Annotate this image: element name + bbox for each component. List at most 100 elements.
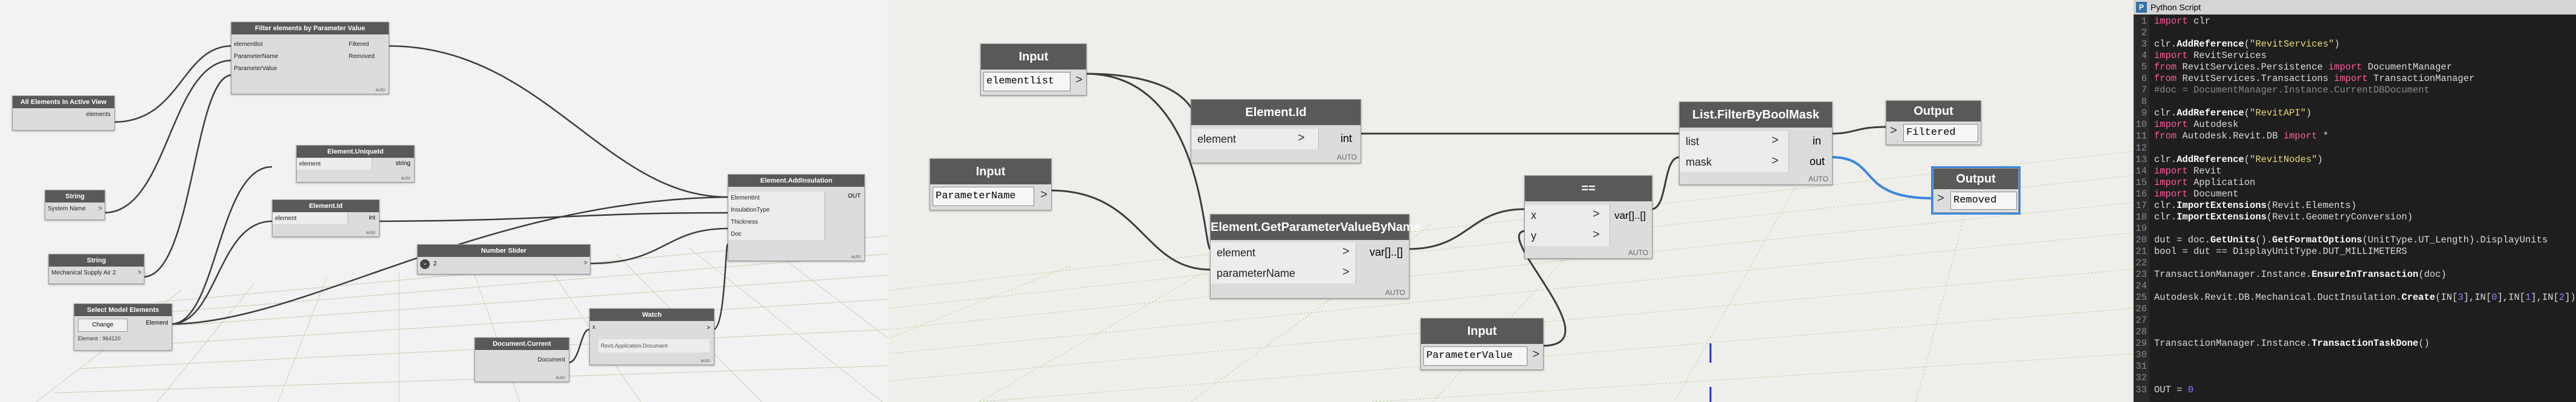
string-node-supply-air[interactable]: String Mechanical Supply Air 2 > [48, 254, 144, 284]
input-arrow[interactable]: > [1342, 265, 1350, 279]
code-line[interactable]: 9 clr.AddReference("RevitAPI") [2134, 108, 2576, 119]
output-arrow[interactable]: > [707, 325, 710, 331]
port-output[interactable]: var[]..[] [1370, 246, 1403, 259]
port-element[interactable]: element [273, 212, 348, 224]
port-in[interactable]: in [1813, 135, 1821, 148]
port-parametername[interactable]: ParameterName [231, 50, 328, 62]
string-value[interactable]: System Name [45, 203, 105, 215]
filter-by-bool-mask-node[interactable]: List.FilterByBoolMask list mask > > in o… [1679, 102, 1833, 185]
code-line[interactable]: 2 [2134, 27, 2576, 39]
mid-graph-canvas[interactable]: Input elementlist > Input ParameterName … [888, 0, 2134, 402]
port-x[interactable]: x [590, 321, 616, 333]
output-arrow[interactable]: > [138, 269, 141, 276]
slider-expand-toggle[interactable]: ⌄ [420, 259, 430, 269]
code-line[interactable]: 30 [2134, 349, 2576, 361]
input-node-parametervalue[interactable]: Input ParameterValue > [1420, 318, 1544, 370]
code-line[interactable]: 4 import RevitServices [2134, 50, 2576, 62]
code-line[interactable]: 17 clr.ImportExtensions(Revit.Elements) [2134, 200, 2576, 212]
output-arrow[interactable]: > [99, 205, 102, 212]
select-model-elements-node[interactable]: Select Model Elements Change Element Ele… [74, 303, 172, 351]
code-line[interactable]: 16 import Document [2134, 189, 2576, 200]
input-arrow[interactable]: > [1772, 154, 1779, 168]
port-thickness[interactable]: Thickness [728, 216, 825, 228]
port-elementlist[interactable]: elementlist [231, 38, 328, 50]
input-node-elementlist[interactable]: Input elementlist > [980, 44, 1087, 96]
input-arrow[interactable]: > [1298, 131, 1305, 145]
port-doc[interactable]: Doc [728, 228, 825, 240]
output-arrow[interactable]: > [1040, 188, 1047, 202]
code-line[interactable]: 3 clr.AddReference("RevitServices") [2134, 39, 2576, 50]
output-arrow[interactable]: > [1075, 73, 1083, 87]
code-line[interactable]: 7 #doc = DocumentManager.Instance.Current… [2134, 85, 2576, 96]
add-insulation-node[interactable]: Element.AddInsulation ElementInt Insulat… [728, 174, 865, 261]
code-line[interactable]: 8 [2134, 96, 2576, 108]
port-elements[interactable]: elements [13, 108, 114, 120]
output-node-filtered[interactable]: Output > Filtered [1886, 100, 1981, 145]
code-line[interactable]: 27 [2134, 315, 2576, 326]
code-line[interactable]: 1 import clr [2134, 16, 2576, 27]
code-line[interactable]: 21 bool = dut == DisplayUnitType.DUT_MILL… [2134, 246, 2576, 258]
watch-node[interactable]: Watch x > Revit.Application.Document aut… [589, 308, 714, 365]
port-parametername[interactable]: parameterName [1211, 263, 1356, 284]
code-line[interactable]: 25 Autodesk.Revit.DB.Mechanical.DuctInsul… [2134, 292, 2575, 303]
code-line[interactable]: 22 [2134, 258, 2576, 269]
code-line[interactable]: 5 from RevitServices.Persistence import D… [2134, 62, 2576, 73]
code-line[interactable]: 6 from RevitServices.Transactions import … [2134, 73, 2576, 85]
port-insulationtype[interactable]: InsulationType [728, 204, 825, 216]
all-elements-node[interactable]: All Elements In Active View elements [12, 96, 115, 131]
input-value[interactable]: ParameterValue [1423, 346, 1527, 366]
port-out[interactable]: out [1810, 155, 1825, 168]
element-id-node[interactable]: Element.Id element > int AUTO [1191, 99, 1361, 163]
filter-by-parameter-node[interactable]: Filter elements by Parameter Value eleme… [231, 22, 389, 94]
code-line[interactable]: 23 TransactionManager.Instance.EnsureInTr… [2134, 269, 2576, 280]
input-arrow[interactable]: > [1342, 245, 1350, 259]
element-uniqueid-node[interactable]: Element.UniqueId element string auto [296, 145, 415, 183]
output-arrow[interactable]: > [1532, 348, 1539, 361]
code-line[interactable]: 11 from Autodesk.Revit.DB import * [2134, 131, 2576, 142]
code-line[interactable]: 32 [2134, 372, 2576, 384]
port-element[interactable]: element [297, 158, 372, 170]
number-slider-node[interactable]: Number Slider ⌄ 2 > [417, 244, 591, 274]
code-line[interactable]: 13 clr.AddReference("RevitNodes") [2134, 154, 2576, 166]
input-arrow[interactable]: > [1772, 134, 1779, 148]
code-line[interactable]: 26 [2134, 303, 2576, 315]
element-id-node[interactable]: Element.Id element int auto [272, 199, 380, 237]
input-arrow[interactable]: > [1593, 228, 1600, 242]
equals-node[interactable]: == x y > > var[]..[] AUTO [1524, 175, 1652, 259]
code-area[interactable]: 1 import clr 2 3 clr.AddReference("RevitSer… [2134, 16, 2576, 396]
port-removed[interactable]: Removed [346, 50, 389, 62]
port-int[interactable]: int [369, 215, 375, 221]
port-filtered[interactable]: Filtered [346, 38, 389, 50]
port-elementint[interactable]: ElementInt [728, 192, 825, 204]
document-current-node[interactable]: Document.Current Document auto [474, 337, 569, 382]
code-line[interactable]: 15 import Application [2134, 177, 2576, 189]
string-node-system-name[interactable]: String System Name > [45, 190, 105, 220]
port-output[interactable]: var[]..[] [1614, 210, 1646, 222]
port-element[interactable]: Element [146, 320, 168, 326]
code-line[interactable]: 18 clr.ImportExtensions(Revit.GeometryCon… [2134, 212, 2576, 223]
code-line[interactable]: 24 [2134, 280, 2576, 292]
code-line[interactable]: 10 import Autodesk [2134, 119, 2576, 131]
code-line[interactable]: 29 TransactionManager.Instance.Transactio… [2134, 338, 2576, 349]
code-line[interactable]: 31 [2134, 361, 2576, 372]
port-document[interactable]: Document [475, 354, 569, 366]
code-line[interactable]: 33 OUT = 0 [2134, 384, 2576, 396]
change-button[interactable]: Change [78, 319, 128, 332]
input-arrow[interactable]: > [1593, 207, 1600, 221]
get-parameter-value-node[interactable]: Element.GetParameterValueByName element … [1210, 214, 1420, 299]
port-element[interactable]: element [1211, 242, 1356, 263]
port-parametervalue[interactable]: ParameterValue [231, 62, 328, 74]
string-value[interactable]: Mechanical Supply Air 2 [49, 267, 144, 279]
input-node-parametername[interactable]: Input ParameterName > [930, 158, 1052, 210]
output-node-removed[interactable]: Output > Removed [1933, 168, 2019, 213]
input-value[interactable]: ParameterName [933, 187, 1034, 206]
input-arrow[interactable]: > [1890, 124, 1897, 138]
port-int[interactable]: int [1341, 132, 1352, 145]
code-line[interactable]: 20 dut = doc.GetUnits().GetFormatOptions(… [2134, 235, 2576, 246]
python-script-editor[interactable]: P Python Script 1 import clr 2 3 clr.AddRefe… [2134, 0, 2576, 402]
port-string[interactable]: string [396, 160, 410, 167]
code-line[interactable]: 14 import Revit [2134, 166, 2576, 177]
input-value[interactable]: elementlist [983, 72, 1070, 91]
slider-value[interactable]: 2 [433, 261, 437, 267]
port-out[interactable]: OUT [848, 193, 861, 199]
